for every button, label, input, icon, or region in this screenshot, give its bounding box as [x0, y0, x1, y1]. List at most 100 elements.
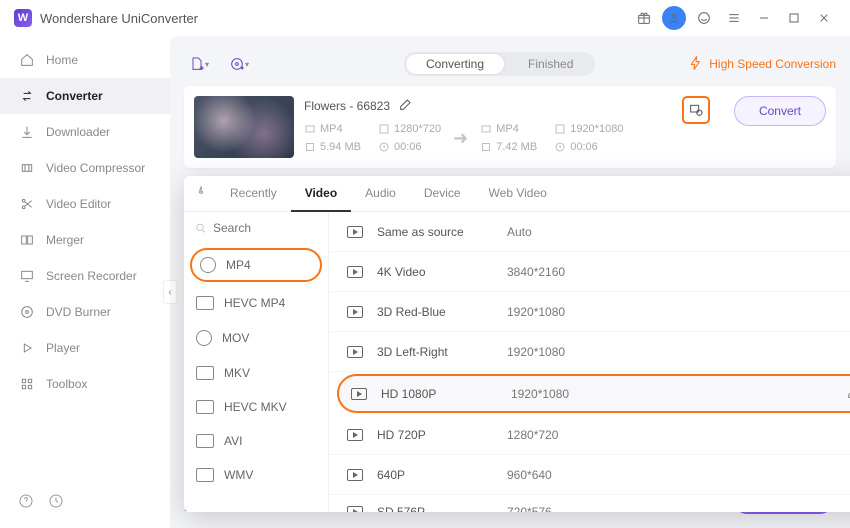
sidebar-item-merger[interactable]: Merger — [0, 222, 170, 258]
dst-duration: 00:06 — [554, 141, 614, 153]
output-settings-button[interactable] — [682, 96, 710, 124]
hevc-icon — [196, 296, 214, 310]
tab-device[interactable]: Device — [410, 176, 475, 211]
search-input[interactable] — [213, 221, 303, 235]
arrow-icon: ➜ — [453, 128, 468, 149]
video-icon — [347, 429, 363, 441]
res-same-as-source[interactable]: Same as sourceAuto — [329, 212, 850, 252]
lightning-icon — [688, 55, 704, 74]
edit-icon[interactable] — [846, 384, 850, 403]
res-3d-redblue[interactable]: 3D Red-Blue1920*1080 — [329, 292, 850, 332]
sidebar-item-label: Player — [46, 341, 80, 355]
tab-audio[interactable]: Audio — [351, 176, 410, 211]
video-icon — [347, 266, 363, 278]
mkv-icon — [196, 366, 214, 380]
maximize-icon[interactable] — [782, 6, 806, 30]
format-search[interactable] — [184, 212, 328, 244]
seg-converting[interactable]: Converting — [406, 54, 504, 74]
format-hevc-mkv[interactable]: HEVC MKV — [184, 390, 328, 424]
help-icon[interactable] — [18, 493, 34, 512]
dst-format: MP4 — [480, 123, 540, 135]
app-name: Wondershare UniConverter — [40, 11, 198, 26]
res-hd1080p[interactable]: HD 1080P1920*1080 — [337, 374, 850, 413]
src-duration: 00:06 — [378, 141, 438, 153]
tab-recently[interactable]: Recently — [216, 176, 291, 211]
wmv-icon — [196, 468, 214, 482]
minimize-icon[interactable] — [752, 6, 776, 30]
menu-icon[interactable] — [722, 6, 746, 30]
tab-video[interactable]: Video — [291, 176, 351, 212]
edit-title-icon[interactable] — [398, 96, 414, 115]
converter-icon — [18, 87, 36, 105]
format-mkv[interactable]: MKV — [184, 356, 328, 390]
sidebar-item-label: Video Compressor — [46, 161, 145, 175]
file-title: Flowers - 66823 — [304, 99, 390, 113]
compressor-icon — [18, 159, 36, 177]
gift-icon[interactable] — [632, 6, 656, 30]
sidebar-item-editor[interactable]: Video Editor — [0, 186, 170, 222]
mov-icon — [196, 330, 212, 346]
clock-icon[interactable] — [48, 493, 64, 512]
seg-finished[interactable]: Finished — [506, 52, 595, 76]
src-format: MP4 — [304, 123, 364, 135]
sidebar-item-label: Toolbox — [46, 377, 87, 391]
sidebar-item-player[interactable]: Player — [0, 330, 170, 366]
video-thumbnail[interactable] — [194, 96, 294, 158]
sidebar: Home Converter Downloader Video Compress… — [0, 36, 170, 528]
res-hd720p[interactable]: HD 720P1280*720 — [329, 415, 850, 455]
target-icon — [200, 257, 216, 273]
merger-icon — [18, 231, 36, 249]
screen-icon — [18, 267, 36, 285]
sidebar-item-recorder[interactable]: Screen Recorder — [0, 258, 170, 294]
sidebar-item-compressor[interactable]: Video Compressor — [0, 150, 170, 186]
sidebar-item-label: Video Editor — [46, 197, 111, 211]
res-sd576p[interactable]: SD 576P720*576 — [329, 495, 850, 512]
tab-webvideo[interactable]: Web Video — [475, 176, 561, 211]
format-dropdown: Recently Video Audio Device Web Video MP… — [184, 176, 850, 512]
format-mp4[interactable]: MP4 — [190, 248, 322, 282]
format-list: MP4 HEVC MP4 MOV MKV HEVC MKV AVI WMV — [184, 212, 329, 512]
support-icon[interactable] — [692, 6, 716, 30]
src-resolution: 1280*720 — [378, 123, 441, 135]
sidebar-item-converter[interactable]: Converter — [0, 78, 170, 114]
video-icon — [347, 506, 363, 512]
res-3d-leftright[interactable]: 3D Left-Right1920*1080 — [329, 332, 850, 372]
resolution-list: Same as sourceAuto 4K Video3840*2160 3D … — [329, 212, 850, 512]
sidebar-item-label: Screen Recorder — [46, 269, 137, 283]
src-size: 5.94 MB — [304, 141, 364, 153]
dst-size: 7.42 MB — [480, 141, 540, 153]
disc-icon — [18, 303, 36, 321]
titlebar: W Wondershare UniConverter — [0, 0, 850, 36]
user-avatar-icon[interactable] — [662, 6, 686, 30]
video-icon — [347, 226, 363, 238]
convert-button[interactable]: Convert — [734, 96, 826, 126]
sidebar-item-dvd[interactable]: DVD Burner — [0, 294, 170, 330]
sidebar-item-toolbox[interactable]: Toolbox — [0, 366, 170, 402]
sidebar-item-label: Converter — [46, 89, 103, 103]
sidebar-collapse-handle[interactable]: ‹ — [163, 280, 177, 304]
sidebar-item-home[interactable]: Home — [0, 42, 170, 78]
burn-icon — [194, 184, 208, 203]
add-dvd-button[interactable]: ▾ — [224, 50, 254, 78]
video-icon — [347, 346, 363, 358]
format-wmv[interactable]: WMV — [184, 458, 328, 492]
scissors-icon — [18, 195, 36, 213]
video-icon — [347, 306, 363, 318]
sidebar-item-label: Downloader — [46, 125, 110, 139]
format-mov[interactable]: MOV — [184, 320, 328, 356]
sidebar-item-label: DVD Burner — [46, 305, 111, 319]
app-logo: W — [14, 9, 32, 27]
file-card: Flowers - 66823 MP4 1280*720 5.94 MB 00:… — [184, 86, 836, 168]
download-icon — [18, 123, 36, 141]
sidebar-item-downloader[interactable]: Downloader — [0, 114, 170, 150]
res-640p[interactable]: 640P960*640 — [329, 455, 850, 495]
sidebar-item-label: Home — [46, 53, 78, 67]
high-speed-toggle[interactable]: High Speed Conversion — [688, 55, 836, 74]
add-file-button[interactable]: ▾ — [184, 50, 214, 78]
format-hevc-mp4[interactable]: HEVC MP4 — [184, 286, 328, 320]
hevc-mkv-icon — [196, 400, 214, 414]
close-icon[interactable] — [812, 6, 836, 30]
play-icon — [18, 339, 36, 357]
res-4k[interactable]: 4K Video3840*2160 — [329, 252, 850, 292]
format-avi[interactable]: AVI — [184, 424, 328, 458]
